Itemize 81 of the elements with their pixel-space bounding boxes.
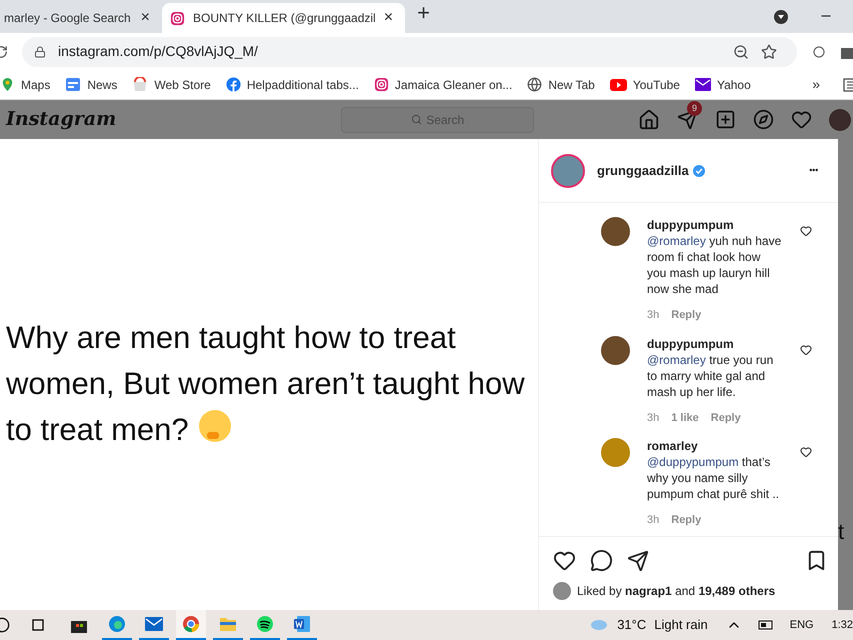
profile-avatar[interactable]	[551, 154, 585, 188]
username[interactable]: grunggaadzilla	[597, 160, 689, 180]
browser-tab[interactable]: BOUNTY KILLER (@grunggaadzil ×	[162, 3, 406, 33]
mention-link[interactable]: @romarley	[647, 352, 706, 366]
address-bar[interactable]: instagram.com/p/CQ8vlAjJQ_M/	[22, 36, 797, 66]
share-icon[interactable]	[627, 550, 649, 572]
mention-link[interactable]: @duppypumpum	[647, 455, 739, 469]
battery-icon[interactable]	[758, 620, 774, 630]
lock-icon	[34, 46, 46, 58]
thinking-emoji-icon	[197, 408, 234, 444]
comment-text: @romarley yuh nuh have room fi chat look how you mash up lauryn hill now she mad	[647, 233, 782, 297]
mention-link[interactable]: @romarley	[647, 234, 706, 248]
likes-summary: Liked by nagrap1 and 19,489 others	[577, 583, 776, 600]
background-text-fragment: t	[838, 518, 844, 546]
chrome-icon[interactable]	[182, 615, 200, 633]
bookmark-star-icon[interactable]	[761, 44, 777, 60]
profile-dropdown-icon[interactable]	[773, 9, 789, 25]
like-comment-icon[interactable]	[800, 446, 812, 458]
browser-tab[interactable]: marley - Google Search ×	[0, 3, 158, 33]
heart-icon[interactable]	[791, 109, 812, 130]
bookmark-link[interactable]: Maps	[0, 76, 50, 94]
weather-text[interactable]: Light rain	[654, 615, 708, 635]
more-bookmarks-button[interactable]: »	[812, 74, 820, 95]
extension-icon[interactable]	[813, 46, 825, 58]
close-tab-button[interactable]: ×	[384, 6, 394, 30]
instagram-logo[interactable]: Instagram	[6, 105, 116, 134]
search-icon	[411, 114, 422, 125]
explore-icon[interactable]	[753, 109, 774, 130]
instagram-icon	[374, 77, 389, 92]
close-tab-button[interactable]: ×	[140, 6, 150, 30]
folder-icon[interactable]	[219, 616, 237, 632]
comment-text: @romarley true you run to marry white gal and mash up her life.	[647, 352, 774, 400]
comment-username[interactable]: duppypumpum	[647, 336, 783, 352]
comment-time: 3h	[647, 513, 660, 528]
mail-icon[interactable]	[145, 617, 163, 631]
new-tab-button[interactable]: +	[417, 0, 430, 29]
like-comment-icon[interactable]	[800, 225, 812, 237]
language-indicator[interactable]: ENG	[790, 616, 814, 634]
edge-icon[interactable]	[108, 615, 126, 633]
globe-icon	[527, 77, 542, 92]
news-icon	[65, 77, 82, 92]
url-text: instagram.com/p/CQ8vlAjJQ_M/	[58, 42, 259, 61]
home-icon[interactable]	[638, 108, 660, 130]
notification-badge: 9	[687, 101, 702, 116]
instagram-icon	[170, 10, 185, 26]
task-view-icon[interactable]	[30, 618, 46, 632]
reading-list-icon[interactable]	[843, 78, 853, 92]
facebook-icon	[226, 77, 241, 92]
bookmark-link[interactable]: YouTube	[610, 76, 680, 94]
more-options-button[interactable]: •••	[809, 164, 818, 178]
commenter-avatar[interactable]	[601, 217, 630, 246]
commenter-avatar[interactable]	[601, 336, 630, 364]
like-comment-icon[interactable]	[800, 344, 812, 356]
bookmark-link[interactable]: Jamaica Gleaner on...	[374, 76, 512, 94]
avatar[interactable]	[829, 108, 851, 130]
bookmark-link[interactable]: New Tab	[527, 76, 595, 94]
bookmark-link[interactable]: Yahoo	[694, 76, 751, 94]
comment-username[interactable]: duppypumpum	[647, 217, 783, 233]
map-pin-icon	[0, 77, 15, 92]
bookmark-link[interactable]: Helpadditional tabs...	[226, 76, 359, 94]
store-icon	[132, 77, 148, 92]
bookmark-link[interactable]: Web Store	[132, 76, 211, 94]
zoom-out-icon[interactable]	[733, 44, 749, 60]
new-post-icon[interactable]	[715, 109, 736, 130]
comment-username[interactable]: romarley	[647, 438, 783, 454]
word-icon[interactable]	[293, 615, 311, 633]
weather-temp[interactable]: 31°C	[617, 615, 646, 635]
comment-time: 3h	[647, 410, 660, 426]
comment-icon[interactable]	[590, 549, 613, 572]
liker-avatar	[553, 582, 571, 600]
spotify-icon[interactable]	[256, 615, 274, 633]
comment-text: @duppypumpum that’s why you name silly pumpum chat purê shit ..	[647, 454, 780, 502]
youtube-icon	[610, 78, 627, 90]
tab-title: marley - Google Search	[4, 10, 132, 27]
like-icon[interactable]	[553, 549, 576, 572]
tab-title: BOUNTY KILLER (@grunggaadzil	[193, 10, 376, 27]
comment-time: 3h	[647, 308, 660, 323]
bookmark-link[interactable]: News	[65, 76, 118, 94]
clock-time[interactable]: 1:32	[832, 616, 853, 634]
post-quote: Why are men taught how to treat women, But women aren’t taught how to treat men?	[6, 318, 526, 448]
mail-icon	[694, 78, 711, 91]
